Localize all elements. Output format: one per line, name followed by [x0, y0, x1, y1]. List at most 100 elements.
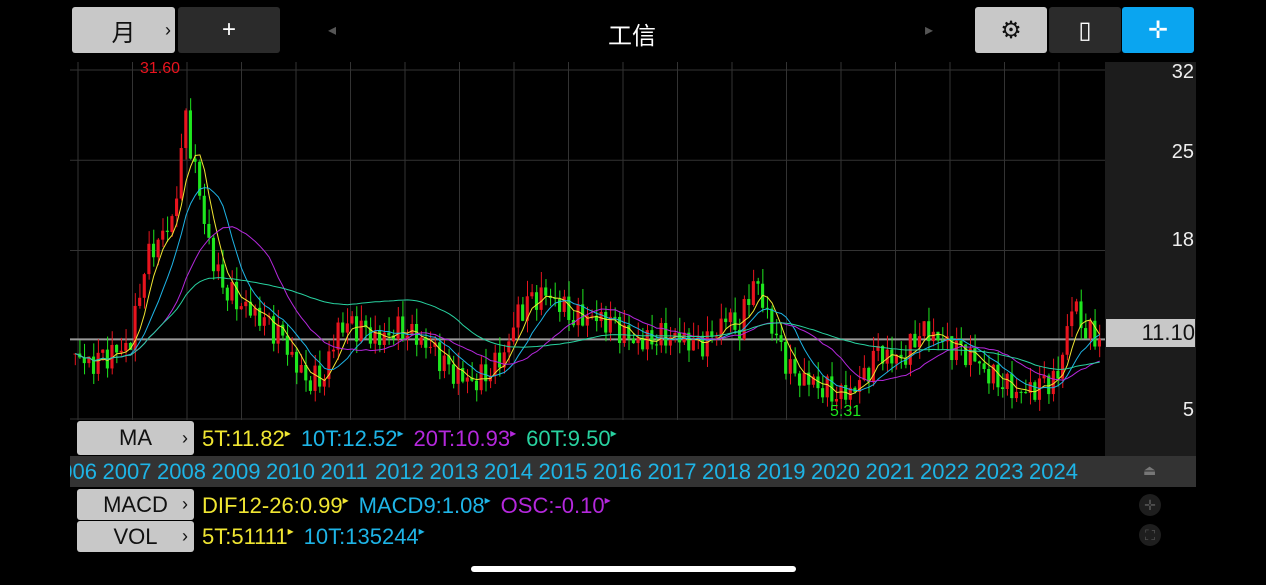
period-button[interactable]: 月 › — [72, 7, 175, 53]
candle — [262, 317, 266, 326]
candle — [622, 325, 626, 343]
candle — [654, 344, 659, 346]
candle — [424, 337, 428, 348]
candle — [530, 292, 534, 297]
candle — [138, 297, 142, 306]
dif-value: DIF12-26:0.99 — [202, 493, 349, 518]
candle — [331, 349, 336, 352]
candle — [931, 331, 935, 342]
ma-button[interactable]: MA › — [77, 421, 194, 455]
prev-stock-icon[interactable]: ◂ — [328, 20, 336, 40]
vol-values: 5T:51111 10T:135244 — [202, 524, 435, 550]
candle — [498, 352, 502, 368]
period-label: 月 — [111, 19, 136, 47]
candle — [161, 230, 165, 240]
candle — [756, 281, 760, 284]
candle — [797, 373, 802, 386]
candle — [142, 274, 146, 298]
candle — [451, 364, 455, 384]
candle — [1019, 391, 1023, 393]
year-label: 2023 — [974, 459, 1024, 484]
year-label: 2024 — [1029, 459, 1078, 484]
candle — [599, 311, 603, 322]
candle — [913, 333, 917, 348]
macd-button[interactable]: MACD › — [77, 489, 194, 520]
candle — [977, 361, 982, 364]
candle — [885, 349, 889, 364]
vol-button[interactable]: VOL › — [77, 521, 194, 552]
price-label-5: 5 — [1182, 399, 1194, 421]
candle — [631, 338, 635, 344]
year-label: 2015 — [538, 459, 588, 484]
year-label: 2022 — [920, 459, 969, 484]
candle — [613, 316, 617, 318]
collapse-icon: ✛ — [1147, 16, 1169, 44]
chevron-right-icon: › — [182, 526, 188, 546]
rotate-button[interactable]: ▯ — [1049, 7, 1121, 53]
candle — [521, 304, 525, 321]
candle — [539, 287, 543, 310]
candle — [202, 195, 206, 224]
candle — [516, 304, 520, 328]
candle — [802, 372, 806, 386]
price-label-18: 18 — [1171, 229, 1194, 251]
year-label: 2014 — [484, 459, 533, 484]
candle — [793, 359, 797, 374]
candle — [1065, 326, 1069, 355]
candle — [1070, 311, 1074, 327]
candlestick-chart[interactable] — [70, 62, 1105, 420]
candle — [733, 312, 737, 330]
home-indicator — [471, 566, 796, 572]
zoom-in-icon[interactable]: ✛ — [1139, 494, 1161, 516]
vol-label: VOL — [113, 523, 158, 549]
candle — [225, 287, 229, 301]
settings-button[interactable]: ⚙ — [975, 7, 1047, 53]
candle — [207, 223, 211, 238]
ma5-line — [75, 154, 1101, 396]
candle — [230, 281, 234, 301]
candle — [336, 322, 340, 350]
candle — [465, 377, 469, 382]
ma10-value: 10T:12.52 — [301, 426, 404, 451]
macd9-value: MACD9:1.08 — [359, 493, 491, 518]
candle — [299, 364, 303, 373]
candle — [345, 323, 349, 333]
fullscreen-icon[interactable]: ⛶ — [1139, 524, 1161, 546]
price-axis-panel — [1105, 62, 1196, 456]
candle — [474, 380, 479, 391]
year-label: 2016 — [593, 459, 642, 484]
ma20-value: 20T:10.93 — [413, 426, 516, 451]
candle — [714, 336, 719, 338]
candle — [774, 333, 778, 336]
year-axis[interactable]: 200620072008200920102011 2012201320142015… — [70, 456, 1196, 487]
candle — [987, 369, 991, 384]
candle — [354, 316, 359, 342]
ma60-value: 60T:9.50 — [526, 426, 616, 451]
candle — [1014, 391, 1018, 399]
collapse-button[interactable]: ✛ — [1122, 7, 1194, 53]
candle — [604, 311, 608, 333]
year-label: 2007 — [102, 459, 152, 484]
candle — [1024, 392, 1028, 394]
candle — [221, 264, 225, 288]
year-label: 2019 — [756, 459, 806, 484]
year-label: 2006 — [70, 459, 97, 484]
candle — [922, 321, 926, 337]
year-label: 2017 — [647, 459, 697, 484]
next-stock-icon[interactable]: ▸ — [925, 20, 933, 40]
ma-values: 5T:11.82 10T:12.52 20T:10.93 60T:9.50 — [202, 426, 627, 452]
scroll-up-icon[interactable]: ⏏ — [1143, 462, 1156, 479]
candle — [442, 355, 446, 372]
candle — [294, 351, 299, 373]
candle — [1000, 387, 1005, 390]
candle — [115, 344, 119, 353]
candle — [456, 368, 460, 384]
candle — [119, 350, 123, 353]
candle — [664, 322, 668, 346]
candle — [890, 349, 894, 364]
candle — [636, 337, 640, 344]
add-button[interactable]: + — [178, 7, 280, 53]
candle — [359, 320, 363, 342]
candle — [1074, 301, 1078, 312]
candle — [147, 243, 151, 275]
